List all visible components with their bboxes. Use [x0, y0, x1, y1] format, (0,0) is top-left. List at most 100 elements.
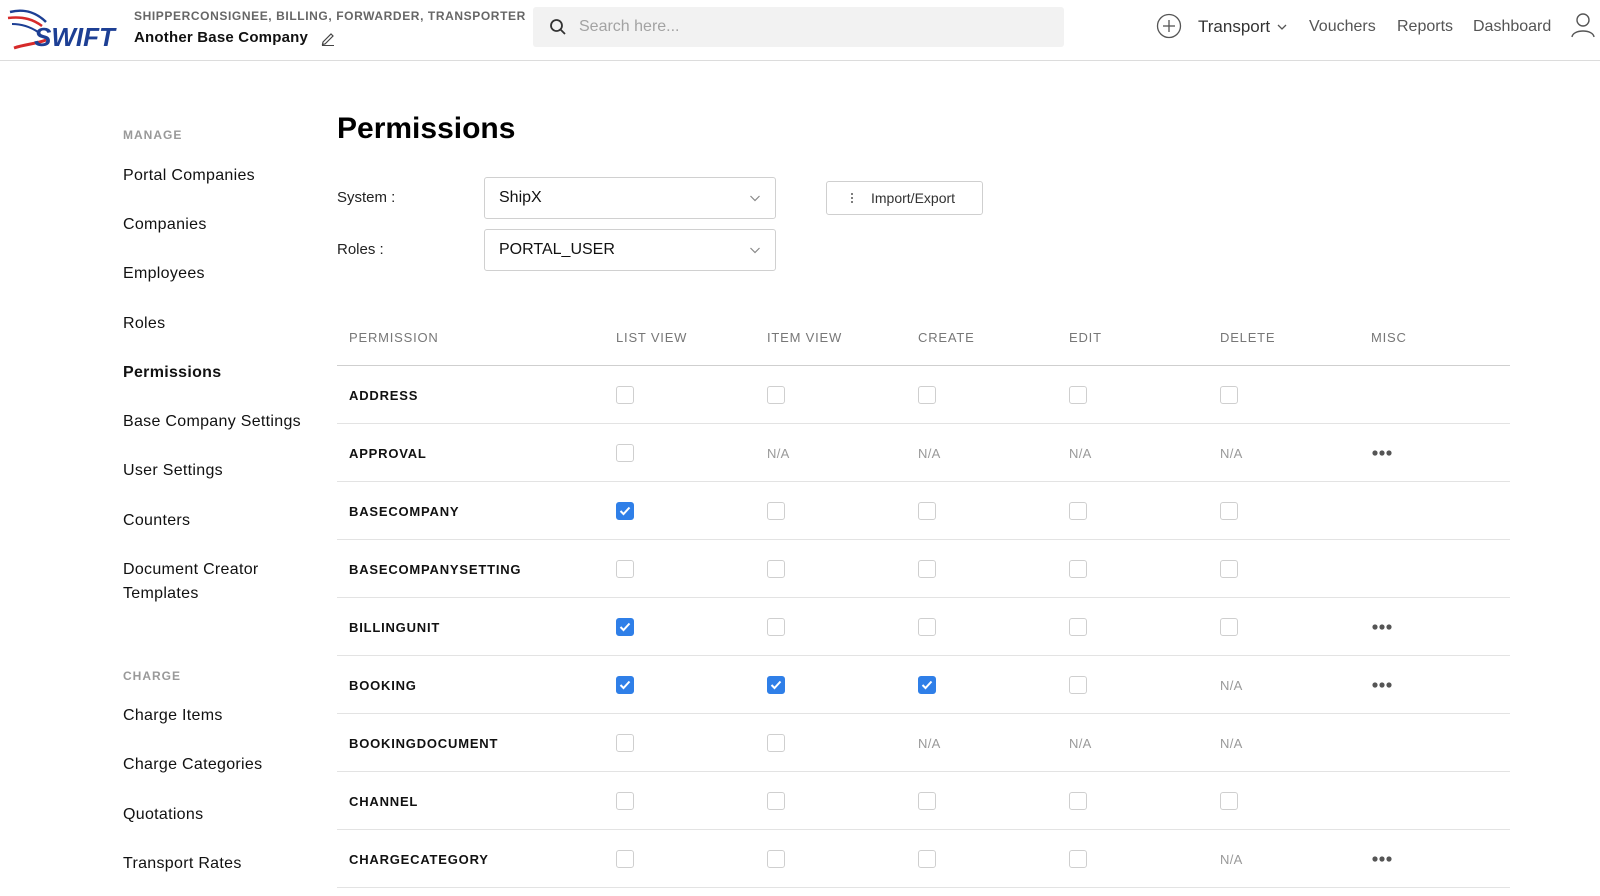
- table-body: ADDRESS APPROVAL N/A N/A N/A N/A BASECOMPANY BA…: [337, 366, 1510, 888]
- plus-circle-icon[interactable]: [1156, 13, 1182, 39]
- sidebar-item-quotations[interactable]: Quotations: [123, 803, 203, 827]
- system-label: System :: [337, 189, 396, 206]
- search-bar[interactable]: [533, 7, 1064, 47]
- create-checkbox[interactable]: [918, 850, 936, 868]
- delete-checkbox[interactable]: [1220, 792, 1238, 810]
- sidebar-item-base-company-settings[interactable]: Base Company Settings: [123, 410, 301, 434]
- sidebar-item-transport-rates[interactable]: Transport Rates: [123, 852, 242, 876]
- delete-checkbox[interactable]: [1220, 502, 1238, 520]
- ellipsis-icon[interactable]: [1371, 623, 1393, 631]
- permission-name: CHARGECATEGORY: [349, 851, 489, 867]
- sidebar-item-charge-categories[interactable]: Charge Categories: [123, 753, 262, 777]
- na-label: N/A: [1069, 735, 1092, 751]
- permission-name: BOOKINGDOCUMENT: [349, 735, 499, 751]
- nav-transport-label: Transport: [1198, 17, 1271, 36]
- column-header-edit: EDIT: [1069, 330, 1102, 345]
- item-view-checkbox[interactable]: [767, 792, 785, 810]
- sidebar-item-permissions[interactable]: Permissions: [123, 361, 221, 385]
- chevron-down-icon: [749, 244, 761, 256]
- import-export-button[interactable]: Import/Export: [826, 181, 983, 215]
- nav-dashboard[interactable]: Dashboard: [1473, 13, 1551, 41]
- create-checkbox[interactable]: [918, 676, 936, 694]
- edit-checkbox[interactable]: [1069, 792, 1087, 810]
- ellipsis-icon[interactable]: [1371, 681, 1393, 689]
- list-view-checkbox[interactable]: [616, 792, 634, 810]
- create-checkbox[interactable]: [918, 560, 936, 578]
- list-view-checkbox[interactable]: [616, 618, 634, 636]
- list-view-checkbox[interactable]: [616, 676, 634, 694]
- checkmark-icon: [921, 680, 933, 690]
- checkmark-icon: [619, 680, 631, 690]
- item-view-checkbox[interactable]: [767, 850, 785, 868]
- permission-name: BASECOMPANY: [349, 503, 460, 519]
- checkmark-icon: [770, 680, 782, 690]
- roles-label: Roles :: [337, 241, 384, 258]
- sidebar-item-charge-items[interactable]: Charge Items: [123, 704, 223, 728]
- create-checkbox[interactable]: [918, 502, 936, 520]
- create-checkbox[interactable]: [918, 386, 936, 404]
- list-view-checkbox[interactable]: [616, 560, 634, 578]
- edit-checkbox[interactable]: [1069, 386, 1087, 404]
- create-checkbox[interactable]: [918, 792, 936, 810]
- delete-checkbox[interactable]: [1220, 386, 1238, 404]
- table-row: BILLINGUNIT: [337, 598, 1510, 656]
- sidebar-section-charge: CHARGE: [123, 669, 182, 683]
- delete-checkbox[interactable]: [1220, 618, 1238, 636]
- item-view-checkbox[interactable]: [767, 560, 785, 578]
- user-icon[interactable]: [1571, 12, 1595, 38]
- create-checkbox[interactable]: [918, 618, 936, 636]
- column-header-delete: DELETE: [1220, 330, 1276, 345]
- permissions-table: PERMISSION LIST VIEW ITEM VIEW CREATE ED…: [337, 322, 1510, 888]
- company-roles: SHIPPERCONSIGNEE, BILLING, FORWARDER, TR…: [134, 9, 526, 23]
- permission-name: BOOKING: [349, 677, 417, 693]
- permission-name: BILLINGUNIT: [349, 619, 441, 635]
- sidebar-item-user-settings[interactable]: User Settings: [123, 459, 223, 483]
- item-view-checkbox[interactable]: [767, 618, 785, 636]
- system-select-value: ShipX: [499, 189, 542, 206]
- list-view-checkbox[interactable]: [616, 386, 634, 404]
- page-title: Permissions: [337, 112, 516, 145]
- list-view-checkbox[interactable]: [616, 850, 634, 868]
- nav-transport[interactable]: Transport: [1198, 13, 1288, 41]
- checkmark-icon: [619, 506, 631, 516]
- sidebar-item-companies[interactable]: Companies: [123, 213, 207, 237]
- column-header-create: CREATE: [918, 330, 975, 345]
- na-label: N/A: [1220, 445, 1243, 461]
- na-label: N/A: [767, 445, 790, 461]
- edit-checkbox[interactable]: [1069, 502, 1087, 520]
- sidebar-item-employees[interactable]: Employees: [123, 262, 205, 286]
- na-label: N/A: [918, 445, 941, 461]
- roles-select[interactable]: PORTAL_USER: [484, 229, 776, 271]
- sidebar-item-portal-companies[interactable]: Portal Companies: [123, 164, 255, 188]
- edit-checkbox[interactable]: [1069, 676, 1087, 694]
- na-label: N/A: [918, 735, 941, 751]
- search-input[interactable]: [579, 18, 1019, 36]
- top-header: SWIFT SHIPPERCONSIGNEE, BILLING, FORWARD…: [0, 0, 1600, 61]
- system-select[interactable]: ShipX: [484, 177, 776, 219]
- swift-logo[interactable]: SWIFT: [6, 4, 122, 54]
- edit-checkbox[interactable]: [1069, 618, 1087, 636]
- nav-reports[interactable]: Reports: [1397, 13, 1453, 41]
- pencil-icon[interactable]: [320, 30, 336, 46]
- list-view-checkbox[interactable]: [616, 734, 634, 752]
- delete-checkbox[interactable]: [1220, 560, 1238, 578]
- chevron-down-icon: [749, 192, 761, 204]
- nav-vouchers[interactable]: Vouchers: [1309, 13, 1376, 41]
- sidebar-item-document-creator-templates[interactable]: Document Creator Templates: [123, 558, 283, 606]
- sidebar-item-counters[interactable]: Counters: [123, 509, 190, 533]
- list-view-checkbox[interactable]: [616, 502, 634, 520]
- permission-name: APPROVAL: [349, 445, 427, 461]
- item-view-checkbox[interactable]: [767, 734, 785, 752]
- sidebar-item-roles[interactable]: Roles: [123, 312, 165, 336]
- item-view-checkbox[interactable]: [767, 676, 785, 694]
- table-row: CHARGECATEGORY N/A: [337, 830, 1510, 888]
- item-view-checkbox[interactable]: [767, 386, 785, 404]
- table-header-row: PERMISSION LIST VIEW ITEM VIEW CREATE ED…: [337, 322, 1510, 366]
- list-view-checkbox[interactable]: [616, 444, 634, 462]
- table-row: ADDRESS: [337, 366, 1510, 424]
- edit-checkbox[interactable]: [1069, 560, 1087, 578]
- ellipsis-icon[interactable]: [1371, 855, 1393, 863]
- edit-checkbox[interactable]: [1069, 850, 1087, 868]
- item-view-checkbox[interactable]: [767, 502, 785, 520]
- ellipsis-icon[interactable]: [1371, 449, 1393, 457]
